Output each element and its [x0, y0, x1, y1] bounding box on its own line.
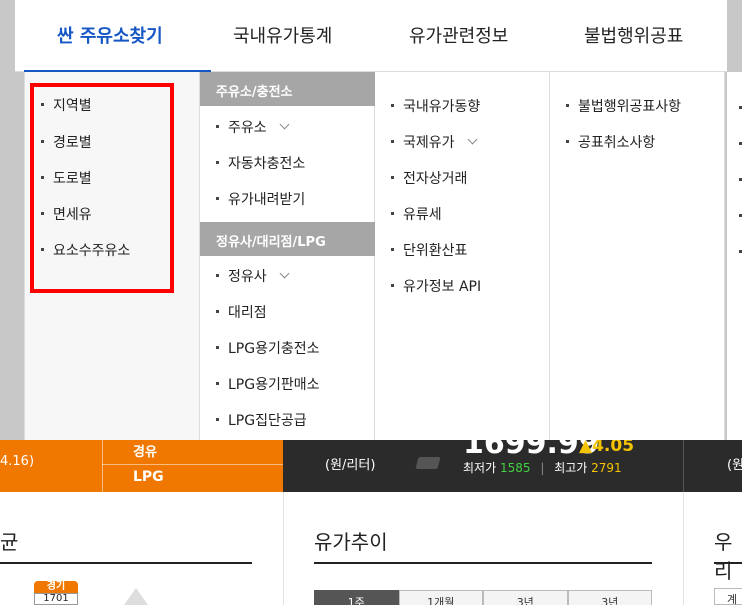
section-head-refiners: 정유사/대리점/LPG	[200, 222, 375, 256]
menu-item-lpg-group[interactable]: LPG집단공급	[216, 410, 307, 430]
global-nav: 싼 주유소찾기 국내유가통계 유가관련정보 불법행위공표	[15, 0, 727, 73]
menu-item-ev-charger[interactable]: 자동차충전소	[216, 153, 305, 173]
section-head-stations: 주유소/충전소	[200, 72, 375, 106]
tab-period-2[interactable]: 1개월	[398, 590, 483, 605]
menu-item-refiner[interactable]: 정유사	[216, 266, 290, 286]
menu-item-disclosure-cancel[interactable]: 공표취소사항	[566, 132, 655, 152]
section-title-price-trend: 유가추이	[314, 530, 388, 554]
fuel-label-diesel[interactable]: 경유	[133, 441, 157, 460]
menu-col-partial	[727, 72, 742, 440]
content-area: 균 유가추이 우리 경기 1701 1주 1개월 3년 3년 계	[0, 492, 742, 605]
menu-item-domestic-trend[interactable]: 국내유가동향	[391, 96, 480, 116]
menu-item-price-download[interactable]: 유가내려받기	[216, 189, 305, 209]
highlight-box	[30, 83, 174, 293]
menu-col-stats: 주유소/충전소 주유소 자동차충전소 유가내려받기 정유사/대리점/LPG 정유…	[200, 72, 375, 440]
tab-period-4[interactable]: 3년	[567, 590, 652, 605]
nav-domestic-stats[interactable]: 국내유가통계	[233, 22, 332, 48]
chevron-down-icon[interactable]	[467, 134, 477, 145]
unit-label: (원/리터)	[325, 458, 376, 473]
menu-col-disclosure: 불법행위공표사항 공표취소사항	[550, 72, 726, 440]
fuel-label-lpg[interactable]: LPG	[133, 469, 164, 485]
region-badge[interactable]: 경기 1701	[34, 581, 78, 605]
price-summary-dark: (원/리터) 1699.99 ▲4.05 최저가 1585 | 최고가 2791…	[283, 426, 742, 492]
menu-item-agency[interactable]: 대리점	[216, 302, 267, 322]
unit-label-2: (원	[727, 458, 742, 473]
max-price: 2791	[591, 461, 622, 475]
menu-item-lpg-sales[interactable]: LPG용기판매소	[216, 374, 320, 394]
map-shape	[124, 588, 148, 605]
section-title-right: 우리	[714, 530, 733, 583]
menu-item-unit-converter[interactable]: 단위환산표	[391, 240, 467, 260]
price-summary-orange: 4.16) 경유 LPG	[0, 440, 283, 492]
menu-item-disclosures[interactable]: 불법행위공표사항	[566, 96, 681, 116]
menu-col-info: 국내유가동향 국제유가 전자상거래 유류세 단위환산표 유가정보 API	[375, 72, 550, 440]
menu-item-lpg-charging[interactable]: LPG용기충전소	[216, 338, 320, 358]
menu-item-intl-price[interactable]: 국제유가	[391, 132, 477, 152]
menu-item-api[interactable]: 유가정보 API	[391, 276, 481, 296]
nav-price-info[interactable]: 유가관련정보	[409, 22, 508, 48]
right-tab-button[interactable]: 계	[714, 588, 742, 605]
nav-find-cheap-station[interactable]: 싼 주유소찾기	[57, 22, 163, 48]
chevron-down-icon[interactable]	[279, 119, 290, 130]
tab-period-3[interactable]: 3년	[483, 590, 568, 605]
menu-item-e-commerce[interactable]: 전자상거래	[391, 168, 467, 188]
menu-item-fuel-tax[interactable]: 유류세	[391, 204, 442, 224]
section-title-left: 균	[0, 530, 19, 554]
tab-period-1[interactable]: 1주	[314, 590, 399, 605]
min-max-prices: 최저가 1585 | 최고가 2791	[463, 461, 622, 475]
menu-item-gas-station[interactable]: 주유소	[216, 117, 290, 137]
nav-illegal-disclosure[interactable]: 불법행위공표	[584, 22, 683, 48]
price-date: 4.16)	[0, 454, 35, 469]
min-price: 1585	[499, 461, 531, 475]
period-tabs: 1주 1개월 3년 3년	[314, 590, 652, 605]
price-chip-icon	[415, 457, 441, 469]
chevron-down-icon[interactable]	[279, 268, 290, 279]
